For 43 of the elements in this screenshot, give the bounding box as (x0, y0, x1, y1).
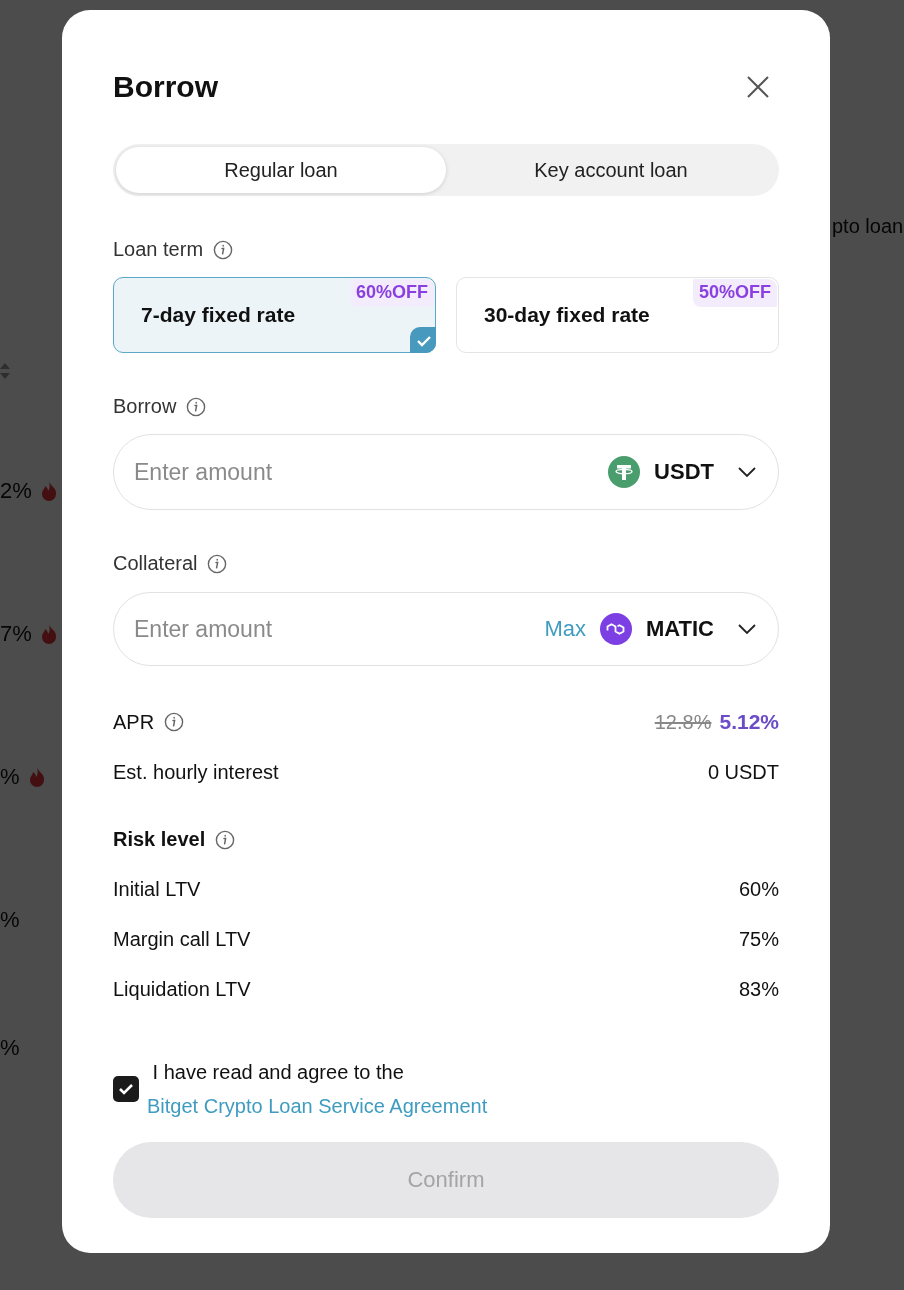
check-icon (118, 1083, 134, 1095)
agreement-checkbox[interactable] (113, 1076, 139, 1102)
field-label: Collateral (113, 552, 198, 575)
risk-label: Liquidation LTV (113, 977, 251, 1001)
rate-value: 7% (0, 621, 32, 647)
currency-selector[interactable]: USDT (654, 459, 756, 485)
chevron-down-icon (738, 467, 756, 477)
agreement-text: I have read and agree to the Bitget Crypto Loan Service Agreement (147, 1060, 488, 1119)
info-value: 0 USDT (707, 760, 779, 784)
close-icon[interactable] (747, 76, 769, 98)
loan-term-option[interactable]: 7-day fixed rate 60%OFF (113, 277, 436, 353)
coin-icon (599, 613, 632, 645)
rate-value: 2% (0, 478, 32, 504)
section-label: Loan term (113, 238, 204, 261)
risk-value: 83% (738, 977, 779, 1001)
info-label: Est. hourly interest (113, 760, 279, 784)
rate-value: % (0, 1035, 20, 1061)
loan-type-tab[interactable]: Regular loan (116, 147, 446, 193)
risk-value: 75% (738, 927, 779, 951)
info-icon[interactable] (186, 396, 207, 417)
info-icon[interactable] (215, 829, 236, 850)
currency-selector[interactable]: MATIC (645, 616, 756, 642)
check-icon (410, 327, 436, 353)
rate-value: % (0, 907, 20, 933)
risk-label: Initial LTV (113, 877, 201, 901)
loan-term-option[interactable]: 30-day fixed rate 50%OFF (456, 277, 779, 353)
rate-value: % (0, 764, 20, 790)
coin-icon (608, 456, 641, 488)
loan-type-tab[interactable]: Key account loan (446, 147, 776, 193)
discount-badge: 50%OFF (692, 279, 777, 307)
discount-badge: 60%OFF (349, 279, 434, 307)
info-icon[interactable] (213, 239, 234, 260)
risk-value: 60% (738, 877, 779, 901)
chevron-down-icon (738, 624, 756, 634)
info-icon[interactable] (164, 712, 185, 732)
field-label: Borrow (113, 395, 177, 418)
dialog-title: Borrow (113, 70, 218, 104)
info-icon[interactable] (207, 553, 228, 574)
risk-label: Margin call LTV (113, 927, 251, 951)
section-title: Risk level (113, 828, 206, 851)
original-rate: 12.8% (654, 711, 712, 734)
discounted-rate: 5.12% (719, 710, 779, 734)
apr-label: APR (113, 710, 155, 734)
